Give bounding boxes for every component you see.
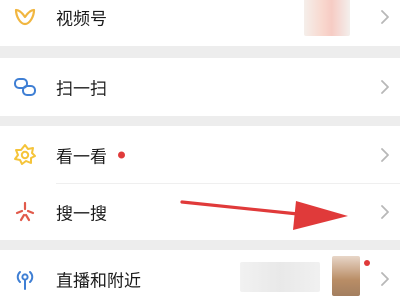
menu-item-top-stories[interactable]: 看一看 xyxy=(0,126,400,184)
search-icon xyxy=(15,201,35,222)
unread-red-dot xyxy=(118,151,125,159)
red-arrow-icon xyxy=(180,200,348,230)
group-scan: 扫一扫 xyxy=(0,58,400,116)
live-blurred-avatar xyxy=(332,256,360,296)
menu-label-top-stories: 看一看 xyxy=(56,147,107,168)
live-red-dot xyxy=(364,260,370,266)
channels-icon xyxy=(14,8,36,26)
live-blurred-preview xyxy=(240,262,320,292)
group-channels: 视频号 xyxy=(0,0,400,46)
chevron-right-icon[interactable] xyxy=(380,9,390,25)
menu-item-scan[interactable]: 扫一扫 xyxy=(0,58,400,116)
menu-label-scan: 扫一扫 xyxy=(56,79,107,100)
live-nearby-icon xyxy=(16,271,34,290)
menu-item-live-nearby[interactable]: 直播和附近 xyxy=(0,250,400,308)
chevron-right-icon[interactable] xyxy=(380,147,390,163)
chevron-right-icon[interactable] xyxy=(380,204,390,220)
menu-label-live-nearby: 直播和附近 xyxy=(56,271,141,292)
channels-blurred-avatar xyxy=(304,0,350,36)
menu-item-channels[interactable]: 视频号 xyxy=(0,0,400,46)
chevron-right-icon[interactable] xyxy=(380,79,390,95)
top-stories-icon xyxy=(14,144,36,165)
menu-label-search: 搜一搜 xyxy=(56,204,107,225)
group-live: 直播和附近 xyxy=(0,250,400,308)
chevron-right-icon[interactable] xyxy=(380,271,390,287)
scan-icon xyxy=(14,78,36,96)
menu-label-channels: 视频号 xyxy=(56,9,107,30)
